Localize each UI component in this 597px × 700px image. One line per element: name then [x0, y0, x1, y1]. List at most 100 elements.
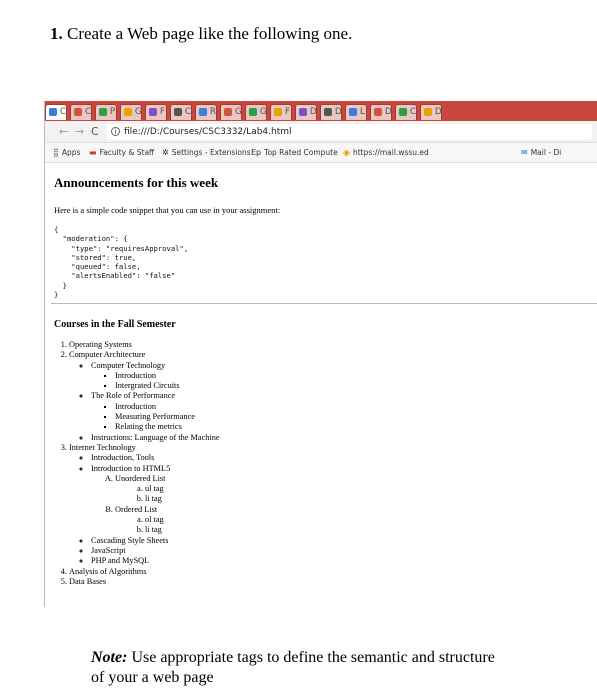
bookmark-label: Apps	[61, 148, 81, 157]
tab-label: C	[407, 107, 417, 117]
url-text: file:///D:/Courses/CSC3332/Lab4.html	[124, 127, 292, 137]
browser-tab[interactable]: C	[45, 104, 67, 120]
tab-favicon-icon	[299, 107, 307, 116]
mail-icon: ✉	[521, 148, 528, 157]
address-bar: ← → C i file:///D:/Courses/CSC3332/Lab4.h…	[45, 121, 597, 143]
browser-tab[interactable]: D	[320, 104, 342, 120]
list-item: ul tag	[145, 484, 220, 494]
courses-list: Operating Systems Computer Architecture …	[55, 340, 220, 587]
list-item: Operating Systems	[69, 340, 220, 350]
list-item: PHP and MySQL	[91, 556, 220, 566]
browser-tab[interactable]: C	[395, 104, 417, 120]
list-item: Relating the metrics	[115, 422, 220, 432]
tab-label: C	[57, 107, 67, 117]
ep-icon: Ep	[251, 148, 262, 157]
tab-label: F	[157, 107, 166, 117]
nested-list: Computer Technology Introduction Intergr…	[69, 361, 220, 443]
browser-tab[interactable]: D	[295, 104, 317, 120]
code-snippet: { "moderation": { "type": "requiresAppro…	[54, 225, 189, 300]
bookmark-mail[interactable]: ◉ https://mail.wssu.ed	[343, 148, 429, 157]
gear-icon: ✲	[162, 148, 169, 157]
browser-tab[interactable]: D	[370, 104, 392, 120]
browser-tab[interactable]: P	[95, 104, 117, 120]
bookmarks-bar: ⣿ Apps ▬ Faculty & Staff ✲ Settings - Exten…	[45, 143, 597, 163]
bookmark-label: Top Rated Compute	[264, 148, 338, 157]
bookmark-apps[interactable]: ⣿ Apps	[53, 148, 80, 157]
list-item: Introduction	[115, 402, 220, 412]
question-text: Create a Web page like the following one…	[67, 24, 353, 43]
note: Note: Use appropriate tags to define the…	[91, 648, 511, 688]
note-label: Note:	[91, 649, 128, 666]
list-item: Cascading Style Sheets	[91, 536, 220, 546]
list-item: Computer Architecture Computer Technolog…	[69, 350, 220, 443]
list-item: Introduction	[115, 371, 220, 381]
tab-favicon-icon	[99, 107, 107, 116]
tab-label: D	[432, 107, 442, 117]
tab-favicon-icon	[249, 107, 257, 116]
tab-label: G	[232, 107, 242, 117]
forward-arrow-icon[interactable]: →	[75, 125, 84, 138]
nested-list: Unordered List ul tag li tag Ordered Lis…	[91, 474, 220, 536]
tab-favicon-icon	[374, 107, 382, 116]
list-item: The Role of Performance Introduction Mea…	[91, 391, 220, 432]
list-item: Introduction, Tools	[91, 453, 220, 463]
url-field[interactable]: i file:///D:/Courses/CSC3332/Lab4.html	[107, 124, 592, 140]
bookmark-label: Faculty & Staff	[99, 148, 155, 157]
list-item: li tag	[145, 525, 220, 535]
tab-favicon-icon	[349, 107, 357, 116]
browser-tab[interactable]: D	[420, 104, 442, 120]
bookmark-settings[interactable]: ✲ Settings - Extensions	[162, 148, 251, 157]
courses-ordered-list: Operating Systems Computer Architecture …	[55, 340, 220, 587]
horizontal-rule	[51, 303, 597, 304]
list-item: Internet Technology Introduction, Tools …	[69, 443, 220, 567]
apps-grid-icon: ⣿	[53, 148, 59, 157]
tab-strip: C C P G F C R G G F D D L D C D	[45, 101, 597, 121]
tab-favicon-icon	[324, 107, 332, 116]
browser-tab[interactable]: G	[245, 104, 267, 120]
browser-tab[interactable]: C	[70, 104, 92, 120]
info-icon[interactable]: i	[111, 127, 120, 136]
note-text: Use appropriate tags to define the seman…	[91, 649, 495, 686]
announcements-title: Announcements for this week	[54, 175, 219, 190]
browser-tab[interactable]: R	[195, 104, 217, 120]
browser-tab[interactable]: L	[345, 104, 367, 120]
tab-favicon-icon	[124, 107, 132, 116]
browser-tab[interactable]: G	[220, 104, 242, 120]
tab-label: P	[107, 107, 116, 117]
tab-label: G	[257, 107, 267, 117]
tab-label: C	[82, 107, 92, 117]
tab-label: D	[307, 107, 317, 117]
tab-favicon-icon	[199, 107, 207, 116]
bookmark-mail-di[interactable]: ✉ Mail - Di	[521, 148, 561, 157]
browser-tab[interactable]: F	[270, 104, 292, 120]
list-item: Data Bases	[69, 577, 220, 587]
tab-label: G	[132, 107, 142, 117]
bookmark-label: Settings - Extensions	[171, 148, 251, 157]
browser-tab[interactable]: F	[145, 104, 167, 120]
reload-icon[interactable]: C	[91, 125, 99, 138]
browser-tab[interactable]: C	[170, 104, 192, 120]
tab-favicon-icon	[49, 107, 57, 116]
tab-label: D	[382, 107, 392, 117]
bookmark-faculty[interactable]: ▬ Faculty & Staff	[89, 148, 154, 157]
tab-label: R	[207, 107, 217, 117]
bookmark-toprated[interactable]: Ep Top Rated Compute	[251, 148, 338, 157]
courses-title: Courses in the Fall Semester	[54, 319, 176, 330]
tab-favicon-icon	[399, 107, 407, 116]
back-arrow-icon[interactable]: ←	[59, 125, 68, 138]
nested-list: Introduction Intergrated Circuits	[91, 371, 220, 392]
tab-favicon-icon	[274, 107, 282, 116]
browser-tab[interactable]: G	[120, 104, 142, 120]
question-number: 1.	[50, 24, 63, 43]
list-item: Analysis of Algorithms	[69, 567, 220, 577]
tab-favicon-icon	[74, 107, 82, 116]
wssu-icon: ▬	[89, 148, 97, 157]
tab-label: L	[357, 107, 365, 117]
list-item: Ordered List ol tag li tag	[115, 505, 220, 536]
list-item: Introduction to HTML5 Unordered List ul …	[91, 464, 220, 536]
list-item: Intergrated Circuits	[115, 381, 220, 391]
tab-favicon-icon	[224, 107, 232, 116]
intro-text: Here is a simple code snippet that you c…	[54, 205, 281, 215]
nested-list: Introduction Measuring Performance Relat…	[91, 402, 220, 433]
list-item: li tag	[145, 494, 220, 504]
